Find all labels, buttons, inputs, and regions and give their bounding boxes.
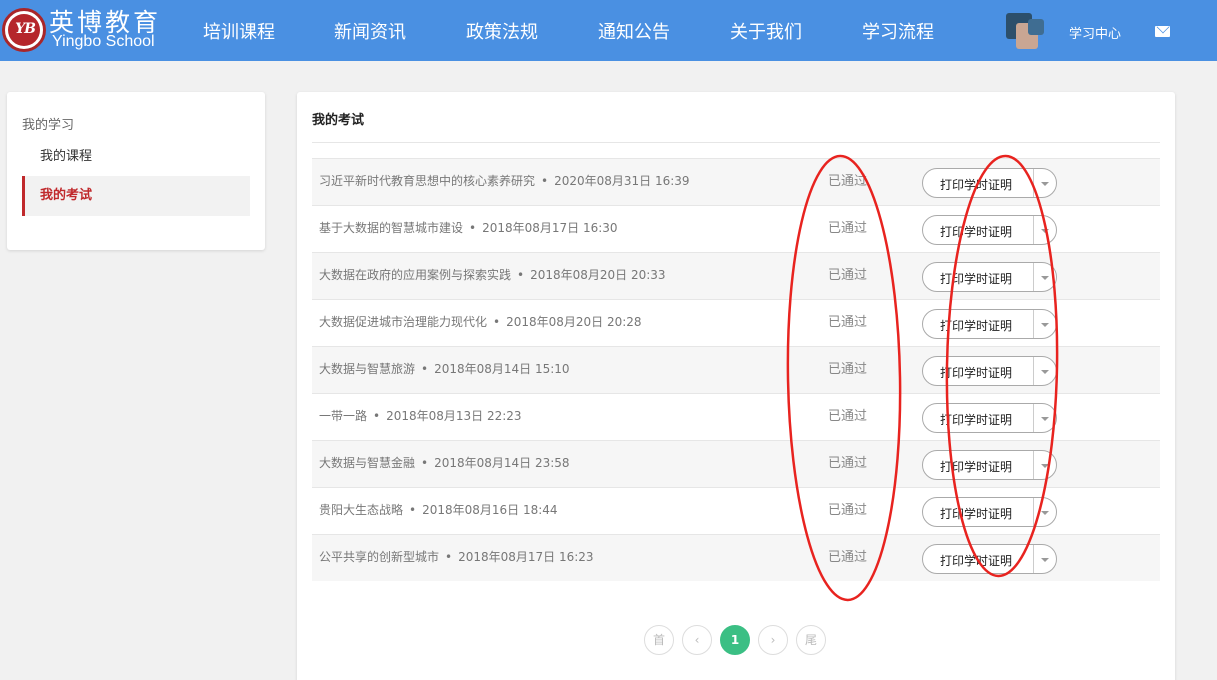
top-navbar: YB 英博教育 Yingbo School 培训课程 新闻资讯 政策法规 通知公… [0,0,1217,61]
list-item: 大数据促进城市治理能力现代化 • 2018年08月20日 20:28 已通过 打印学… [312,299,1160,346]
exam-time: 2018年08月14日 15:10 [434,362,570,376]
logo-seal-icon: YB [2,8,46,52]
print-certificate-button[interactable]: 打印学时证明 [922,168,1057,198]
logo-english-name: Yingbo School [52,33,155,50]
print-certificate-label: 打印学时证明 [940,413,1013,427]
sidebar-item-my-exams[interactable]: 我的考试 [22,176,250,216]
exam-list: 习近平新时代教育思想中的核心素养研究 • 2020年08月31日 16:39 已通过… [312,158,1160,581]
print-certificate-button[interactable]: 打印学时证明 [922,215,1057,245]
exam-time: 2018年08月13日 22:23 [386,409,522,423]
exam-name: 一带一路 [319,409,368,423]
sidebar-item-my-courses[interactable]: 我的课程 [22,137,250,177]
status-badge: 已通过 [828,362,868,377]
print-certificate-label: 打印学时证明 [940,178,1013,192]
separator-dot: • [445,550,453,564]
mail-icon[interactable] [1155,26,1170,37]
print-certificate-button[interactable]: 打印学时证明 [922,450,1057,480]
exam-time: 2018年08月20日 20:33 [530,268,666,282]
exam-name: 大数据与智慧金融 [319,456,416,470]
print-certificate-label: 打印学时证明 [940,460,1013,474]
logo-seal-text: YB [15,21,36,37]
status-badge: 已通过 [828,268,868,283]
chevron-down-icon[interactable] [1041,464,1049,468]
status-badge: 已通过 [828,315,868,330]
chevron-down-icon[interactable] [1041,182,1049,186]
separator-dot: • [421,456,429,470]
separator-dot: • [541,174,549,188]
list-item: 一带一路 • 2018年08月13日 22:23 已通过 打印学时证明 [312,393,1160,440]
chevron-down-icon[interactable] [1041,229,1049,233]
status-badge: 已通过 [828,550,868,565]
title-divider [312,142,1160,143]
avatar[interactable] [1006,13,1044,49]
status-badge: 已通过 [828,456,868,471]
print-certificate-button[interactable]: 打印学时证明 [922,356,1057,386]
print-certificate-button[interactable]: 打印学时证明 [922,309,1057,339]
print-certificate-label: 打印学时证明 [940,272,1013,286]
exam-name: 大数据促进城市治理能力现代化 [319,315,488,329]
page-title: 我的考试 [312,113,365,128]
separator-dot: • [517,268,525,282]
status-badge: 已通过 [828,409,868,424]
study-center-link[interactable]: 学习中心 [1069,23,1121,42]
exam-time: 2018年08月14日 23:58 [434,456,570,470]
exam-name: 习近平新时代教育思想中的核心素养研究 [319,174,536,188]
sidebar-title: 我的学习 [22,118,75,133]
last-page-button[interactable]: 尾 [796,625,826,655]
nav-training-courses[interactable]: 培训课程 [203,18,275,44]
list-item: 大数据与智慧金融 • 2018年08月14日 23:58 已通过 打印学时证明 [312,440,1160,487]
separator-dot: • [373,409,381,423]
print-certificate-button[interactable]: 打印学时证明 [922,544,1057,574]
print-certificate-button[interactable]: 打印学时证明 [922,262,1057,292]
exam-name: 大数据与智慧旅游 [319,362,416,376]
exam-time: 2020年08月31日 16:39 [554,174,690,188]
exam-time: 2018年08月16日 18:44 [422,503,558,517]
chevron-down-icon[interactable] [1041,417,1049,421]
exam-name: 贵阳大生态战略 [319,503,404,517]
next-page-button[interactable]: › [758,625,788,655]
status-badge: 已通过 [828,174,868,189]
list-item: 公平共享的创新型城市 • 2018年08月17日 16:23 已通过 打印学时证明 [312,534,1160,581]
exam-name: 大数据在政府的应用案例与探索实践 [319,268,512,282]
print-certificate-button[interactable]: 打印学时证明 [922,403,1057,433]
list-item: 习近平新时代教育思想中的核心素养研究 • 2020年08月31日 16:39 已通过… [312,158,1160,205]
print-certificate-label: 打印学时证明 [940,225,1013,239]
logo[interactable]: YB 英博教育 Yingbo School [0,0,170,61]
list-item: 大数据与智慧旅游 • 2018年08月14日 15:10 已通过 打印学时证明 [312,346,1160,393]
exam-time: 2018年08月17日 16:30 [482,221,618,235]
chevron-down-icon[interactable] [1041,370,1049,374]
nav-news[interactable]: 新闻资讯 [334,18,406,44]
exam-name: 基于大数据的智慧城市建设 [319,221,464,235]
separator-dot: • [493,315,501,329]
list-item: 大数据在政府的应用案例与探索实践 • 2018年08月20日 20:33 已通过 打… [312,252,1160,299]
list-item: 基于大数据的智慧城市建设 • 2018年08月17日 16:30 已通过 打印学时证… [312,205,1160,252]
nav-notices[interactable]: 通知公告 [598,18,670,44]
exam-time: 2018年08月20日 20:28 [506,315,642,329]
separator-dot: • [409,503,417,517]
chevron-down-icon[interactable] [1041,558,1049,562]
print-certificate-button[interactable]: 打印学时证明 [922,497,1057,527]
exam-name: 公平共享的创新型城市 [319,550,440,564]
status-badge: 已通过 [828,503,868,518]
page-1-button[interactable]: 1 [720,625,750,655]
exam-panel: 我的考试 习近平新时代教育思想中的核心素养研究 • 2020年08月31日 16:3… [297,92,1175,680]
list-item: 贵阳大生态战略 • 2018年08月16日 18:44 已通过 打印学时证明 [312,487,1160,534]
nav-about-us[interactable]: 关于我们 [730,18,802,44]
print-certificate-label: 打印学时证明 [940,554,1013,568]
chevron-down-icon[interactable] [1041,276,1049,280]
print-certificate-label: 打印学时证明 [940,366,1013,380]
nav-policies[interactable]: 政策法规 [466,18,538,44]
first-page-button[interactable]: 首 [644,625,674,655]
chevron-down-icon[interactable] [1041,511,1049,515]
status-badge: 已通过 [828,221,868,236]
separator-dot: • [469,221,477,235]
sidebar: 我的学习 我的课程 我的考试 [7,92,265,250]
chevron-down-icon[interactable] [1041,323,1049,327]
print-certificate-label: 打印学时证明 [940,319,1013,333]
exam-time: 2018年08月17日 16:23 [458,550,594,564]
prev-page-button[interactable]: ‹ [682,625,712,655]
separator-dot: • [421,362,429,376]
print-certificate-label: 打印学时证明 [940,507,1013,521]
nav-learning-process[interactable]: 学习流程 [862,18,934,44]
